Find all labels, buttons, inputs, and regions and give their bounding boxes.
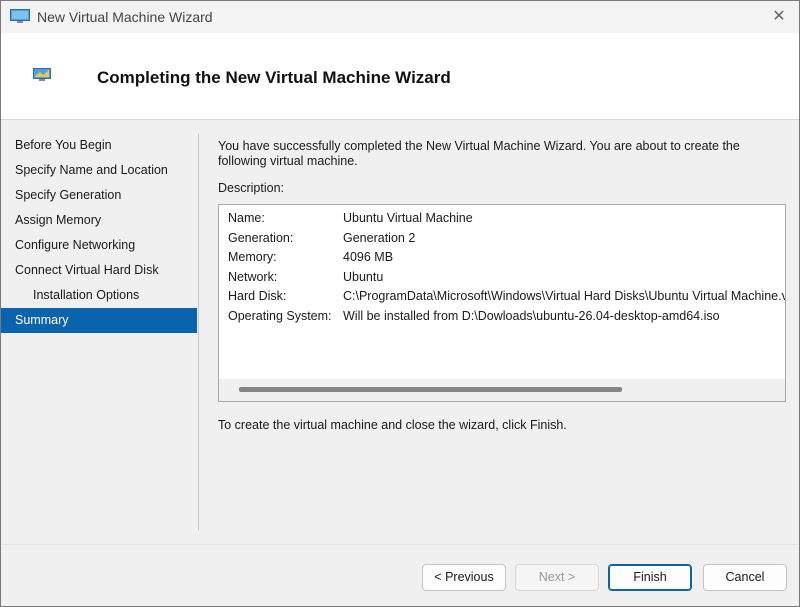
summary-key: Hard Disk:: [228, 289, 287, 303]
intro-text: You have successfully completed the New …: [218, 139, 740, 168]
cancel-button[interactable]: Cancel: [703, 564, 787, 591]
summary-key: Name:: [228, 211, 265, 225]
close-icon: ✕: [772, 8, 786, 25]
vm-monitor-icon: [33, 68, 51, 82]
nav-item-connect-virtual-hard-disk[interactable]: Connect Virtual Hard Disk: [1, 258, 197, 283]
wizard-header: Completing the New Virtual Machine Wizar…: [1, 33, 799, 120]
summary-key: Network:: [228, 269, 278, 284]
summary-value: Will be installed from D:\Dowloads\ubunt…: [343, 308, 720, 323]
nav-item-specify-generation[interactable]: Specify Generation: [1, 183, 197, 208]
next-button[interactable]: Next >: [515, 564, 599, 591]
summary-value: C:\ProgramData\Microsoft\Windows\Virtual…: [343, 289, 786, 303]
scrollbar-thumb[interactable]: [239, 387, 622, 392]
nav-item-summary[interactable]: Summary: [1, 308, 197, 333]
summary-key: Operating System:: [228, 308, 332, 323]
nav-item-installation-options[interactable]: Installation Options: [1, 283, 197, 308]
wizard-window: New Virtual Machine Wizard ✕ Completing …: [0, 0, 800, 607]
previous-button[interactable]: < Previous: [422, 564, 506, 591]
nav-item-specify-name-location[interactable]: Specify Name and Location: [1, 158, 197, 183]
summary-value: Ubuntu: [343, 269, 384, 284]
wizard-steps-nav: Before You Begin Specify Name and Locati…: [1, 133, 197, 333]
nav-item-configure-networking[interactable]: Configure Networking: [1, 233, 197, 258]
nav-item-before-you-begin[interactable]: Before You Begin: [1, 133, 197, 158]
description-label: Description:: [218, 181, 284, 195]
wizard-content: You have successfully completed the New …: [218, 139, 788, 169]
summary-key: Generation:: [228, 230, 294, 245]
summary-value: Generation 2: [343, 230, 416, 245]
nav-divider: [198, 134, 199, 530]
summary-key: Memory:: [228, 250, 277, 264]
window-title: New Virtual Machine Wizard: [37, 9, 213, 25]
page-title: Completing the New Virtual Machine Wizar…: [97, 68, 451, 87]
finish-instruction: To create the virtual machine and close …: [218, 418, 567, 432]
nav-item-assign-memory[interactable]: Assign Memory: [1, 208, 197, 233]
summary-value: 4096 MB: [343, 250, 394, 264]
vm-monitor-icon: [10, 9, 30, 24]
finish-button[interactable]: Finish: [608, 564, 692, 591]
title-bar: New Virtual Machine Wizard ✕: [1, 1, 799, 33]
close-button[interactable]: ✕: [759, 1, 799, 33]
summary-value: Ubuntu Virtual Machine: [343, 211, 473, 225]
description-box[interactable]: Name: Ubuntu Virtual Machine Generation:…: [218, 204, 786, 402]
horizontal-scrollbar[interactable]: [219, 379, 785, 401]
footer-separator: [1, 544, 799, 545]
